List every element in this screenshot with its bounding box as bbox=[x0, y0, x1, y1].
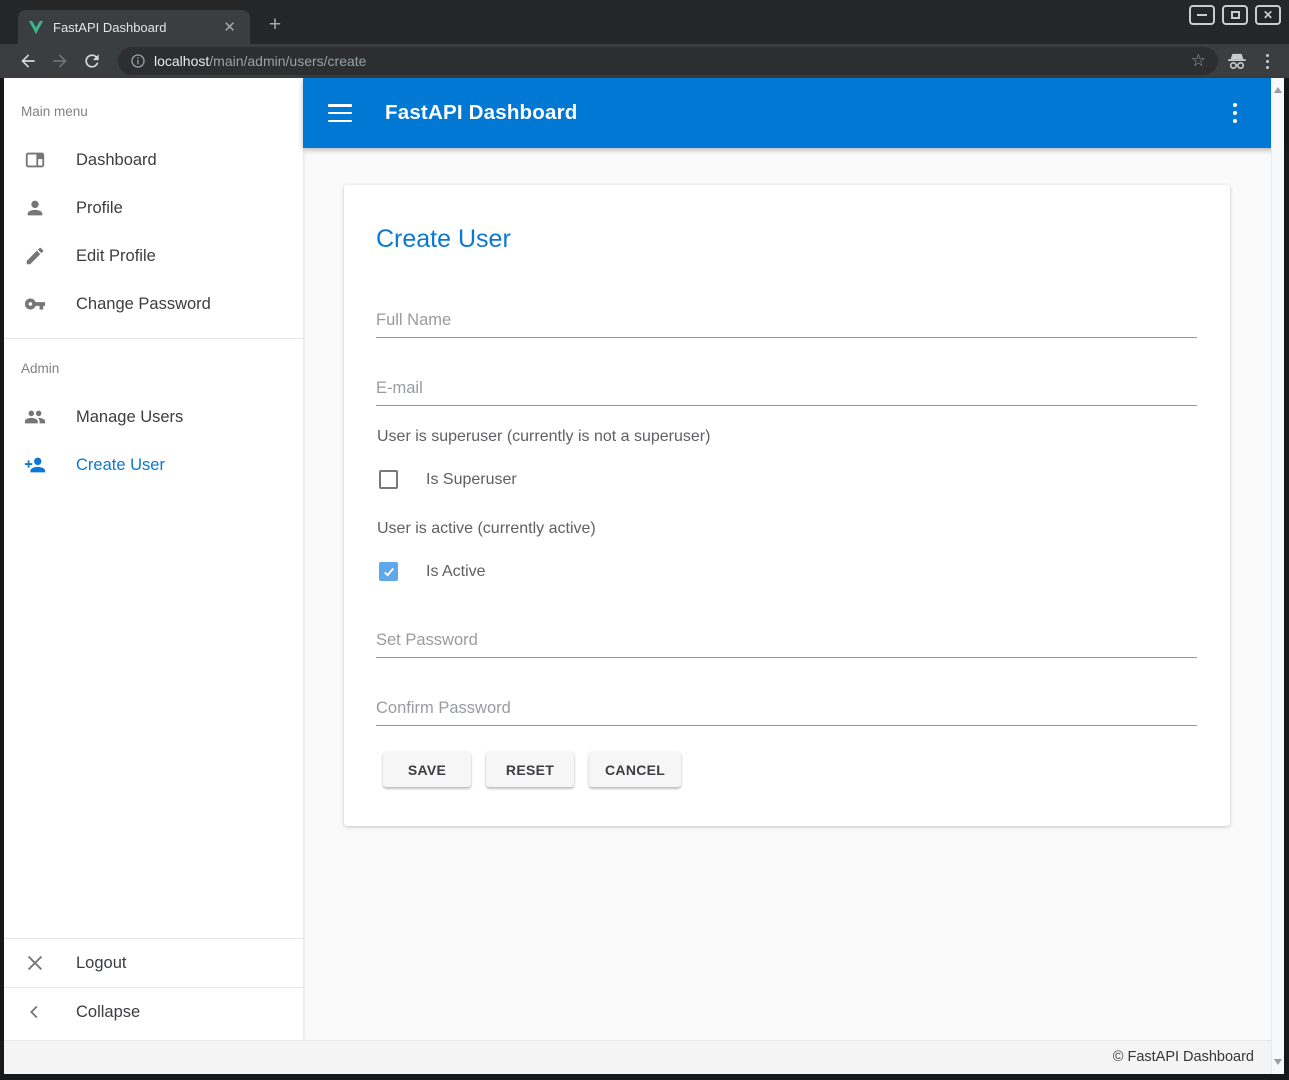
key-icon bbox=[24, 293, 46, 315]
check-icon bbox=[382, 565, 396, 579]
is-active-checkbox[interactable] bbox=[379, 562, 398, 581]
url-path: /main/admin/users/create bbox=[209, 53, 366, 69]
dashboard-icon bbox=[24, 149, 46, 171]
page: Main menu Dashboard Pr bbox=[4, 78, 1284, 1074]
sidebar-item-label: Manage Users bbox=[76, 408, 183, 427]
reload-icon[interactable] bbox=[82, 51, 102, 71]
sidebar-item-edit-profile[interactable]: Edit Profile bbox=[4, 232, 303, 280]
sidebar-section-admin: Admin bbox=[21, 361, 303, 379]
sidebar-item-logout[interactable]: Logout bbox=[4, 939, 303, 987]
close-x-icon bbox=[24, 952, 46, 974]
person-add-icon bbox=[24, 454, 46, 476]
tab-title: FastAPI Dashboard bbox=[53, 20, 219, 35]
browser-toolbar: localhost/main/admin/users/create ☆ bbox=[0, 44, 1289, 78]
checkbox-label: Is Active bbox=[426, 563, 486, 581]
window-maximize-button[interactable] bbox=[1222, 5, 1248, 25]
chevron-left-icon bbox=[24, 1001, 46, 1023]
email-input[interactable] bbox=[376, 372, 1197, 406]
tab-close-icon[interactable]: ✕ bbox=[219, 18, 240, 36]
site-info-icon[interactable] bbox=[130, 53, 146, 69]
sidebar-item-change-password[interactable]: Change Password bbox=[4, 280, 303, 328]
tab-strip: FastAPI Dashboard ✕ + ✕ bbox=[0, 0, 1289, 44]
window-minimize-button[interactable] bbox=[1189, 5, 1215, 25]
sidebar-item-label: Collapse bbox=[76, 1003, 140, 1022]
people-icon bbox=[24, 406, 46, 428]
appbar-menu-icon[interactable] bbox=[1229, 99, 1241, 127]
sidebar-item-create-user[interactable]: Create User bbox=[4, 441, 303, 489]
sidebar-section-main-menu: Main menu bbox=[21, 104, 303, 122]
sidebar-item-manage-users[interactable]: Manage Users bbox=[4, 393, 303, 441]
sidebar-item-label: Profile bbox=[76, 199, 123, 218]
pencil-icon bbox=[24, 245, 46, 267]
confirm-password-input[interactable] bbox=[376, 692, 1197, 726]
app-title: FastAPI Dashboard bbox=[385, 101, 578, 125]
back-icon[interactable] bbox=[18, 51, 38, 71]
scroll-down-arrow-icon[interactable] bbox=[1274, 1059, 1282, 1065]
sidebar-item-label: Logout bbox=[76, 954, 126, 973]
superuser-hint: User is superuser (currently is not a su… bbox=[377, 428, 710, 446]
is-active-checkbox-row[interactable]: Is Active bbox=[379, 562, 486, 581]
sidebar-item-collapse[interactable]: Collapse bbox=[4, 988, 303, 1036]
forward-icon[interactable] bbox=[50, 51, 70, 71]
is-superuser-checkbox[interactable] bbox=[379, 470, 398, 489]
sidebar-item-dashboard[interactable]: Dashboard bbox=[4, 136, 303, 184]
sidebar-item-profile[interactable]: Profile bbox=[4, 184, 303, 232]
sidebar-divider bbox=[4, 338, 303, 339]
page-scrollbar[interactable] bbox=[1271, 78, 1284, 1074]
active-hint: User is active (currently active) bbox=[377, 520, 596, 538]
sidebar-item-label: Dashboard bbox=[76, 151, 157, 170]
is-superuser-checkbox-row[interactable]: Is Superuser bbox=[379, 470, 517, 489]
save-button[interactable]: SAVE bbox=[383, 752, 471, 787]
browser-window: FastAPI Dashboard ✕ + ✕ localhost/main/a… bbox=[0, 0, 1289, 1080]
url-host: localhost bbox=[154, 53, 209, 69]
create-user-card: Create User User is superuser (currently… bbox=[344, 185, 1230, 826]
sidebar-item-label: Change Password bbox=[76, 295, 211, 314]
bookmark-star-icon[interactable]: ☆ bbox=[1191, 51, 1206, 71]
main-content: FastAPI Dashboard Create User User is su… bbox=[303, 78, 1284, 1040]
reset-button[interactable]: RESET bbox=[486, 752, 574, 787]
incognito-icon bbox=[1226, 52, 1248, 70]
sidebar-item-label: Edit Profile bbox=[76, 247, 156, 266]
sidebar-item-label: Create User bbox=[76, 456, 165, 475]
cancel-button[interactable]: CANCEL bbox=[589, 752, 681, 787]
url-bar[interactable]: localhost/main/admin/users/create ☆ bbox=[118, 47, 1218, 75]
scroll-up-arrow-icon[interactable] bbox=[1274, 87, 1282, 93]
new-tab-button[interactable]: + bbox=[262, 12, 288, 38]
browser-tab[interactable]: FastAPI Dashboard ✕ bbox=[18, 10, 250, 44]
window-close-button[interactable]: ✕ bbox=[1255, 5, 1281, 25]
hamburger-menu-icon[interactable] bbox=[328, 104, 352, 122]
page-footer: © FastAPI Dashboard bbox=[4, 1040, 1284, 1074]
set-password-input[interactable] bbox=[376, 624, 1197, 658]
copyright-text: © FastAPI Dashboard bbox=[1113, 1049, 1254, 1065]
browser-menu-icon[interactable] bbox=[1262, 54, 1273, 69]
vue-logo-icon bbox=[28, 20, 44, 35]
app-bar: FastAPI Dashboard bbox=[303, 78, 1284, 148]
checkbox-label: Is Superuser bbox=[426, 471, 517, 489]
form-title: Create User bbox=[376, 225, 511, 254]
sidebar: Main menu Dashboard Pr bbox=[4, 78, 303, 1040]
person-icon bbox=[24, 197, 46, 219]
full-name-input[interactable] bbox=[376, 304, 1197, 338]
